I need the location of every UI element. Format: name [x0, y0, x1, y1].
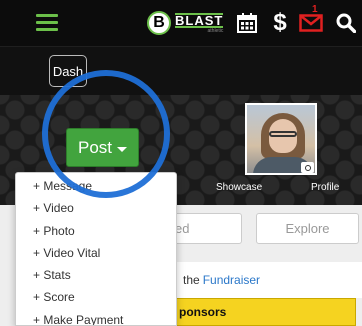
menu-item-score[interactable]: + Score [16, 286, 176, 308]
post-dropdown-menu: + Message + Video + Photo + Video Vital … [15, 172, 177, 326]
post-button-label: Post [77, 137, 113, 157]
showcase-link[interactable]: Showcase [216, 182, 262, 193]
menu-item-message[interactable]: + Message [16, 175, 176, 197]
caret-down-icon [117, 146, 128, 152]
logo-text: BLAST athletic [175, 12, 224, 34]
blast-logo[interactable]: B BLAST athletic [147, 10, 224, 36]
calendar-icon[interactable] [236, 10, 258, 36]
camera-icon[interactable] [301, 162, 314, 173]
profile-link[interactable]: Profile [311, 182, 339, 193]
tab-explore[interactable]: Explore [256, 213, 359, 244]
fundraiser-notice: the Fundraiser [172, 262, 362, 298]
mail-badge: 1 [312, 4, 318, 15]
logo-subtitle: athletic [207, 27, 224, 34]
nav-bar: Dash [0, 47, 362, 95]
logo-word: BLAST [175, 12, 224, 28]
dollar-icon[interactable]: $ [272, 9, 288, 36]
notice-prefix: the [183, 273, 200, 287]
menu-item-photo[interactable]: + Photo [16, 220, 176, 242]
menu-item-video[interactable]: + Video [16, 197, 176, 219]
search-icon[interactable] [335, 10, 357, 36]
sponsors-banner[interactable]: ponsors [172, 298, 356, 326]
menu-item-stats[interactable]: + Stats [16, 264, 176, 286]
tab-followed[interactable]: ed [172, 213, 242, 244]
hamburger-menu-icon[interactable] [36, 14, 58, 32]
logo-mark: B [147, 11, 171, 35]
menu-item-video-vital[interactable]: + Video Vital [16, 242, 176, 264]
fundraiser-link[interactable]: Fundraiser [203, 273, 260, 287]
post-button[interactable]: Post [66, 128, 139, 167]
mail-icon[interactable] [298, 10, 324, 36]
dash-button[interactable]: Dash [49, 55, 87, 87]
menu-item-make-payment[interactable]: + Make Payment [16, 309, 176, 325]
